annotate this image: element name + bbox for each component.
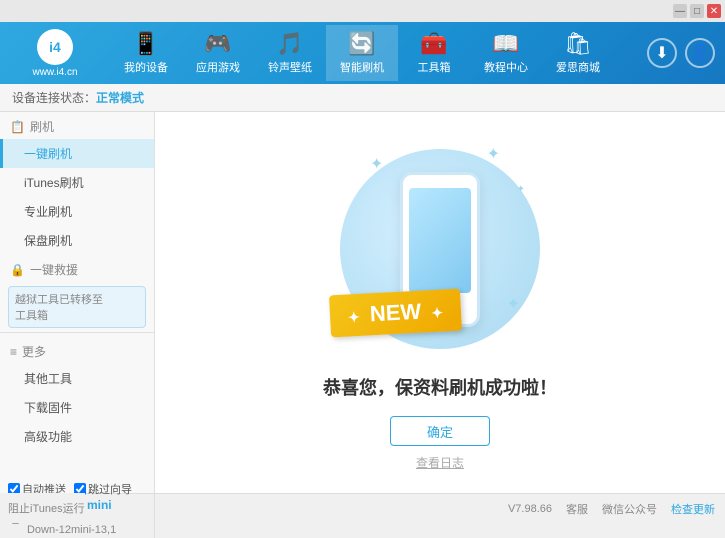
toolbox-icon: 🧰 (420, 31, 447, 57)
nav-label-toolbox: 工具箱 (418, 59, 451, 75)
itunes-flash-label: iTunes刷机 (24, 176, 84, 190)
tutorial-icon: 📖 (492, 31, 519, 57)
sparkle-3: ✦ (507, 294, 520, 314)
logo-subtitle: www.i4.cn (32, 67, 77, 78)
sidebar-section-rescue: 🔒 一键救援 (0, 255, 154, 282)
bottom-right-panel: V7.98.66 客服 微信公众号 检查更新 (155, 501, 725, 517)
sidebar-item-one-click-flash[interactable]: 一键刷机 (0, 139, 154, 168)
download-firmware-label: 下载固件 (24, 401, 72, 415)
new-badge-text: NEW (369, 299, 422, 327)
nav-item-toolbox[interactable]: 🧰 工具箱 (398, 25, 470, 81)
nav-item-smart-flash[interactable]: 🔄 智能刷机 (326, 25, 398, 81)
sidebar-section-more: ≡ 更多 (0, 337, 154, 364)
advanced-label: 高级功能 (24, 430, 72, 444)
nav-item-store[interactable]: 🛍 爱思商城 (542, 25, 614, 81)
nav-item-tutorial[interactable]: 📖 教程中心 (470, 25, 542, 81)
pro-flash-label: 专业刷机 (24, 205, 72, 219)
sidebar-section-flash: 📋 刷机 (0, 112, 154, 139)
success-text: 恭喜您，保资料刷机成功啦！ (323, 374, 557, 400)
maximize-btn[interactable]: □ (690, 4, 704, 18)
new-star-left: ✦ (348, 309, 361, 326)
nav-label-ringtone: 铃声壁纸 (268, 59, 312, 75)
bottom-bar: 自动推送 跳过向导 📱 iPhone 12 mini 64GB Down-12m… (0, 493, 725, 523)
user-btn[interactable]: 👤 (685, 38, 715, 68)
nav-item-my-device[interactable]: 📱 我的设备 (110, 25, 182, 81)
nav-item-ringtone[interactable]: 🎵 铃声壁纸 (254, 25, 326, 81)
sparkle-4: ✦ (517, 184, 525, 195)
sidebar-item-pro-flash[interactable]: 专业刷机 (0, 197, 154, 226)
status-bar: 设备连接状态： 正常模式 (0, 84, 725, 112)
version-text: V7.98.66 (508, 503, 552, 515)
sidebar-item-itunes-flash[interactable]: iTunes刷机 (0, 168, 154, 197)
sidebar-item-other-tools[interactable]: 其他工具 (0, 364, 154, 393)
sparkle-1: ✦ (370, 154, 383, 174)
header-right: ⬇ 👤 (647, 38, 725, 68)
notice-text: 越狱工具已转移至工具箱 (15, 294, 103, 322)
apps-icon: 🎮 (204, 31, 231, 57)
header: i4 www.i4.cn 📱 我的设备 🎮 应用游戏 🎵 铃声壁纸 🔄 智能刷机… (0, 22, 725, 84)
nav-label-my-device: 我的设备 (124, 59, 168, 75)
main-layout: 📋 刷机 一键刷机 iTunes刷机 专业刷机 保盘刷机 🔒 一键救援 越狱工具… (0, 112, 725, 493)
one-click-flash-label: 一键刷机 (24, 147, 72, 161)
customer-service-link[interactable]: 客服 (566, 501, 588, 517)
ringtone-icon: 🎵 (276, 31, 303, 57)
sidebar-item-advanced[interactable]: 高级功能 (0, 422, 154, 451)
flash-icon: 🔄 (348, 31, 375, 57)
nav-label-tutorial: 教程中心 (484, 59, 528, 75)
sidebar-section-more-label: 更多 (22, 343, 46, 360)
lock-icon: 🔒 (10, 263, 25, 277)
new-star-right: ✦ (431, 305, 444, 322)
sidebar: 📋 刷机 一键刷机 iTunes刷机 专业刷机 保盘刷机 🔒 一键救援 越狱工具… (0, 112, 155, 493)
device-firmware: Down-12mini-13,1 (27, 524, 116, 536)
logo-area: i4 www.i4.cn (0, 29, 110, 78)
phone-illustration: ✦ ✦ ✦ ✦ ✦ NEW ✦ (340, 134, 540, 364)
nav-label-store: 爱思商城 (556, 59, 600, 75)
save-flash-label: 保盘刷机 (24, 234, 72, 248)
nav-item-apps-games[interactable]: 🎮 应用游戏 (182, 25, 254, 81)
confirm-btn[interactable]: 确定 (390, 416, 490, 446)
status-label: 设备连接状态： (12, 89, 96, 106)
view-log-link[interactable]: 查看日志 (416, 454, 464, 471)
itunes-running-label: 阻止iTunes运行 (0, 493, 85, 523)
sparkle-2: ✦ (487, 144, 500, 164)
nav-label-apps-games: 应用游戏 (196, 59, 240, 75)
sidebar-section-rescue-label: 一键救援 (30, 261, 78, 278)
sidebar-item-download-firmware[interactable]: 下载固件 (0, 393, 154, 422)
sidebar-section-flash-label: 刷机 (30, 118, 54, 135)
nav-items: 📱 我的设备 🎮 应用游戏 🎵 铃声壁纸 🔄 智能刷机 🧰 工具箱 📖 教程中心… (110, 25, 647, 81)
sidebar-item-save-flash[interactable]: 保盘刷机 (0, 226, 154, 255)
check-update-link[interactable]: 检查更新 (671, 501, 715, 517)
flash-section-icon: 📋 (10, 120, 25, 134)
itunes-status-text: 阻止iTunes运行 (8, 500, 85, 516)
phone-icon: 📱 (132, 31, 159, 57)
content-area: ✦ ✦ ✦ ✦ ✦ NEW ✦ 恭喜您，保资料刷机成功啦！ 确定 查看日志 (155, 112, 725, 493)
logo-icon: i4 (37, 29, 73, 65)
jailbreak-notice: 越狱工具已转移至工具箱 (8, 286, 146, 328)
other-tools-label: 其他工具 (24, 372, 72, 386)
minimize-btn[interactable]: — (673, 4, 687, 18)
status-value: 正常模式 (96, 89, 144, 106)
more-icon: ≡ (10, 345, 17, 359)
phone-screen (409, 188, 471, 293)
nav-label-smart-flash: 智能刷机 (340, 59, 384, 75)
wechat-link[interactable]: 微信公众号 (602, 501, 657, 517)
skip-wizard-label: 跳过向导 (88, 481, 132, 497)
close-btn[interactable]: ✕ (707, 4, 721, 18)
title-bar: — □ ✕ (0, 0, 725, 22)
store-icon: 🛍 (564, 31, 592, 57)
new-badge: ✦ NEW ✦ (329, 289, 462, 338)
download-btn[interactable]: ⬇ (647, 38, 677, 68)
sidebar-divider (0, 332, 154, 333)
